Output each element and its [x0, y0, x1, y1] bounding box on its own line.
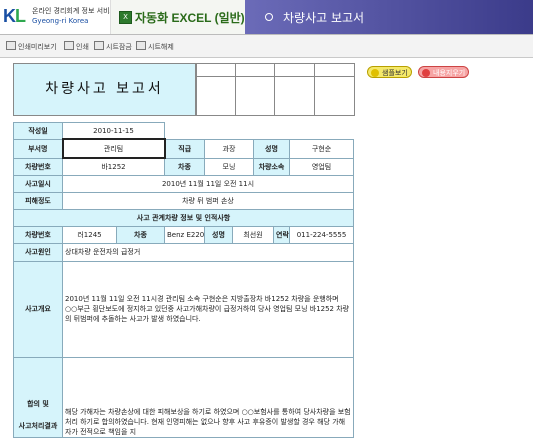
date-field[interactable]: 2010-11-15 [62, 122, 165, 140]
clear-content-button[interactable]: 내용지우기 [418, 66, 469, 78]
agreement-label-line2: 사고처리결과 [18, 421, 58, 430]
sheet-lock-button[interactable]: 시트잠금 [94, 41, 132, 52]
related-contact-label: 연락처 [273, 225, 290, 244]
print-preview-button[interactable]: 인쇄미리보기 [6, 41, 57, 52]
circle-bullet-icon [265, 13, 273, 21]
logo-line1: 온라인 경리회계 정보 서비스 [32, 7, 116, 15]
related-name-label: 성명 [204, 225, 233, 244]
related-name-field[interactable]: 최선원 [232, 225, 274, 244]
agreement-label: 합의 및 사고처리결과 [13, 356, 63, 438]
unlock-icon [136, 41, 146, 50]
agreement-field[interactable]: 해당 가해자는 차량손상에 대한 피해보상을 하기로 하였으며 ○○보험사를 통… [62, 356, 354, 438]
agreement-label-line1: 합의 및 [27, 399, 49, 408]
approval-cell[interactable] [196, 64, 236, 76]
title-bar: 차량사고 보고서 [245, 0, 533, 34]
accident-time-label: 사고일시 [13, 174, 63, 193]
car-type-field[interactable]: 모닝 [204, 157, 254, 176]
signature-cell[interactable] [314, 76, 355, 116]
rank-label: 직급 [164, 138, 205, 159]
signature-cell[interactable] [196, 76, 236, 116]
page-title: 차량사고 보고서 [283, 11, 365, 25]
accident-time-field[interactable]: 2010년 11월 11일 오전 11시 [62, 174, 354, 193]
excel-icon: X [119, 11, 132, 24]
sample-view-button[interactable]: 샘플보기 [367, 66, 412, 78]
related-contact-field[interactable]: 011-224-5555 [289, 225, 354, 244]
related-car-number-label: 차량번호 [13, 225, 63, 244]
section-title: 사고 관계차량 정보 및 인적사항 [13, 208, 354, 227]
toolbar: 인쇄미리보기 인쇄 시트잠금 시트해제 [0, 34, 533, 58]
name-field[interactable]: 구현순 [289, 138, 354, 159]
report-header-box: 차량사고 보고서 [13, 63, 355, 116]
damage-label: 피해정도 [13, 191, 63, 210]
cause-label: 사고원인 [13, 242, 63, 262]
car-number-field[interactable]: 바1252 [62, 157, 165, 176]
approval-cell[interactable] [314, 64, 355, 76]
circle-icon [371, 69, 379, 77]
car-owner-field[interactable]: 영업팀 [289, 157, 354, 176]
summary-field[interactable]: 2010년 11월 11일 오전 11시경 관리팀 소속 구현순은 지방출장차 … [62, 260, 354, 358]
car-owner-label: 차량소속 [253, 157, 290, 176]
name-label: 성명 [253, 138, 290, 159]
damage-field[interactable]: 차량 뒤 범퍼 손상 [62, 191, 354, 210]
car-number-label: 차량번호 [13, 157, 63, 176]
product-label: 자동화 EXCEL (일반) [135, 11, 245, 25]
print-preview-icon [6, 41, 16, 50]
approval-cell[interactable] [235, 64, 275, 76]
cause-field[interactable]: 상대차량 운전자의 급정거 [62, 242, 354, 262]
car-type-label: 차종 [164, 157, 205, 176]
dept-label: 부서명 [13, 138, 63, 159]
report-form: 작성일 2010-11-15 부서명 관리팀 직급 과장 성명 구현순 차량번호… [13, 122, 354, 438]
empty-cell [164, 122, 354, 139]
kl-logo-mark: KL [3, 6, 26, 26]
report-title: 차량사고 보고서 [14, 64, 196, 115]
app-header: KL 온라인 경리회계 정보 서비스 Gyeong-ri Korea X 자동화… [0, 0, 533, 34]
dept-field[interactable]: 관리팀 [61, 138, 166, 159]
approval-cell[interactable] [274, 64, 315, 76]
date-label: 작성일 [13, 122, 63, 140]
rank-field[interactable]: 과장 [204, 138, 254, 159]
related-car-type-field[interactable]: Benz E220 [164, 225, 205, 244]
logo-line2: Gyeong-ri Korea [32, 17, 89, 25]
circle-icon [422, 69, 430, 77]
lock-icon [94, 41, 104, 50]
print-button[interactable]: 인쇄 [64, 41, 89, 52]
signature-cell[interactable] [274, 76, 315, 116]
approval-grid [196, 64, 355, 116]
related-car-number-field[interactable]: 러1245 [62, 225, 117, 244]
sheet-unlock-button[interactable]: 시트해제 [136, 41, 174, 52]
related-car-type-label: 차종 [116, 225, 165, 244]
signature-cell[interactable] [235, 76, 275, 116]
logo[interactable]: KL 온라인 경리회계 정보 서비스 Gyeong-ri Korea [0, 0, 116, 34]
printer-icon [64, 41, 74, 50]
summary-label: 사고개요 [13, 260, 63, 358]
product-label-area: X 자동화 EXCEL (일반) [110, 0, 246, 34]
